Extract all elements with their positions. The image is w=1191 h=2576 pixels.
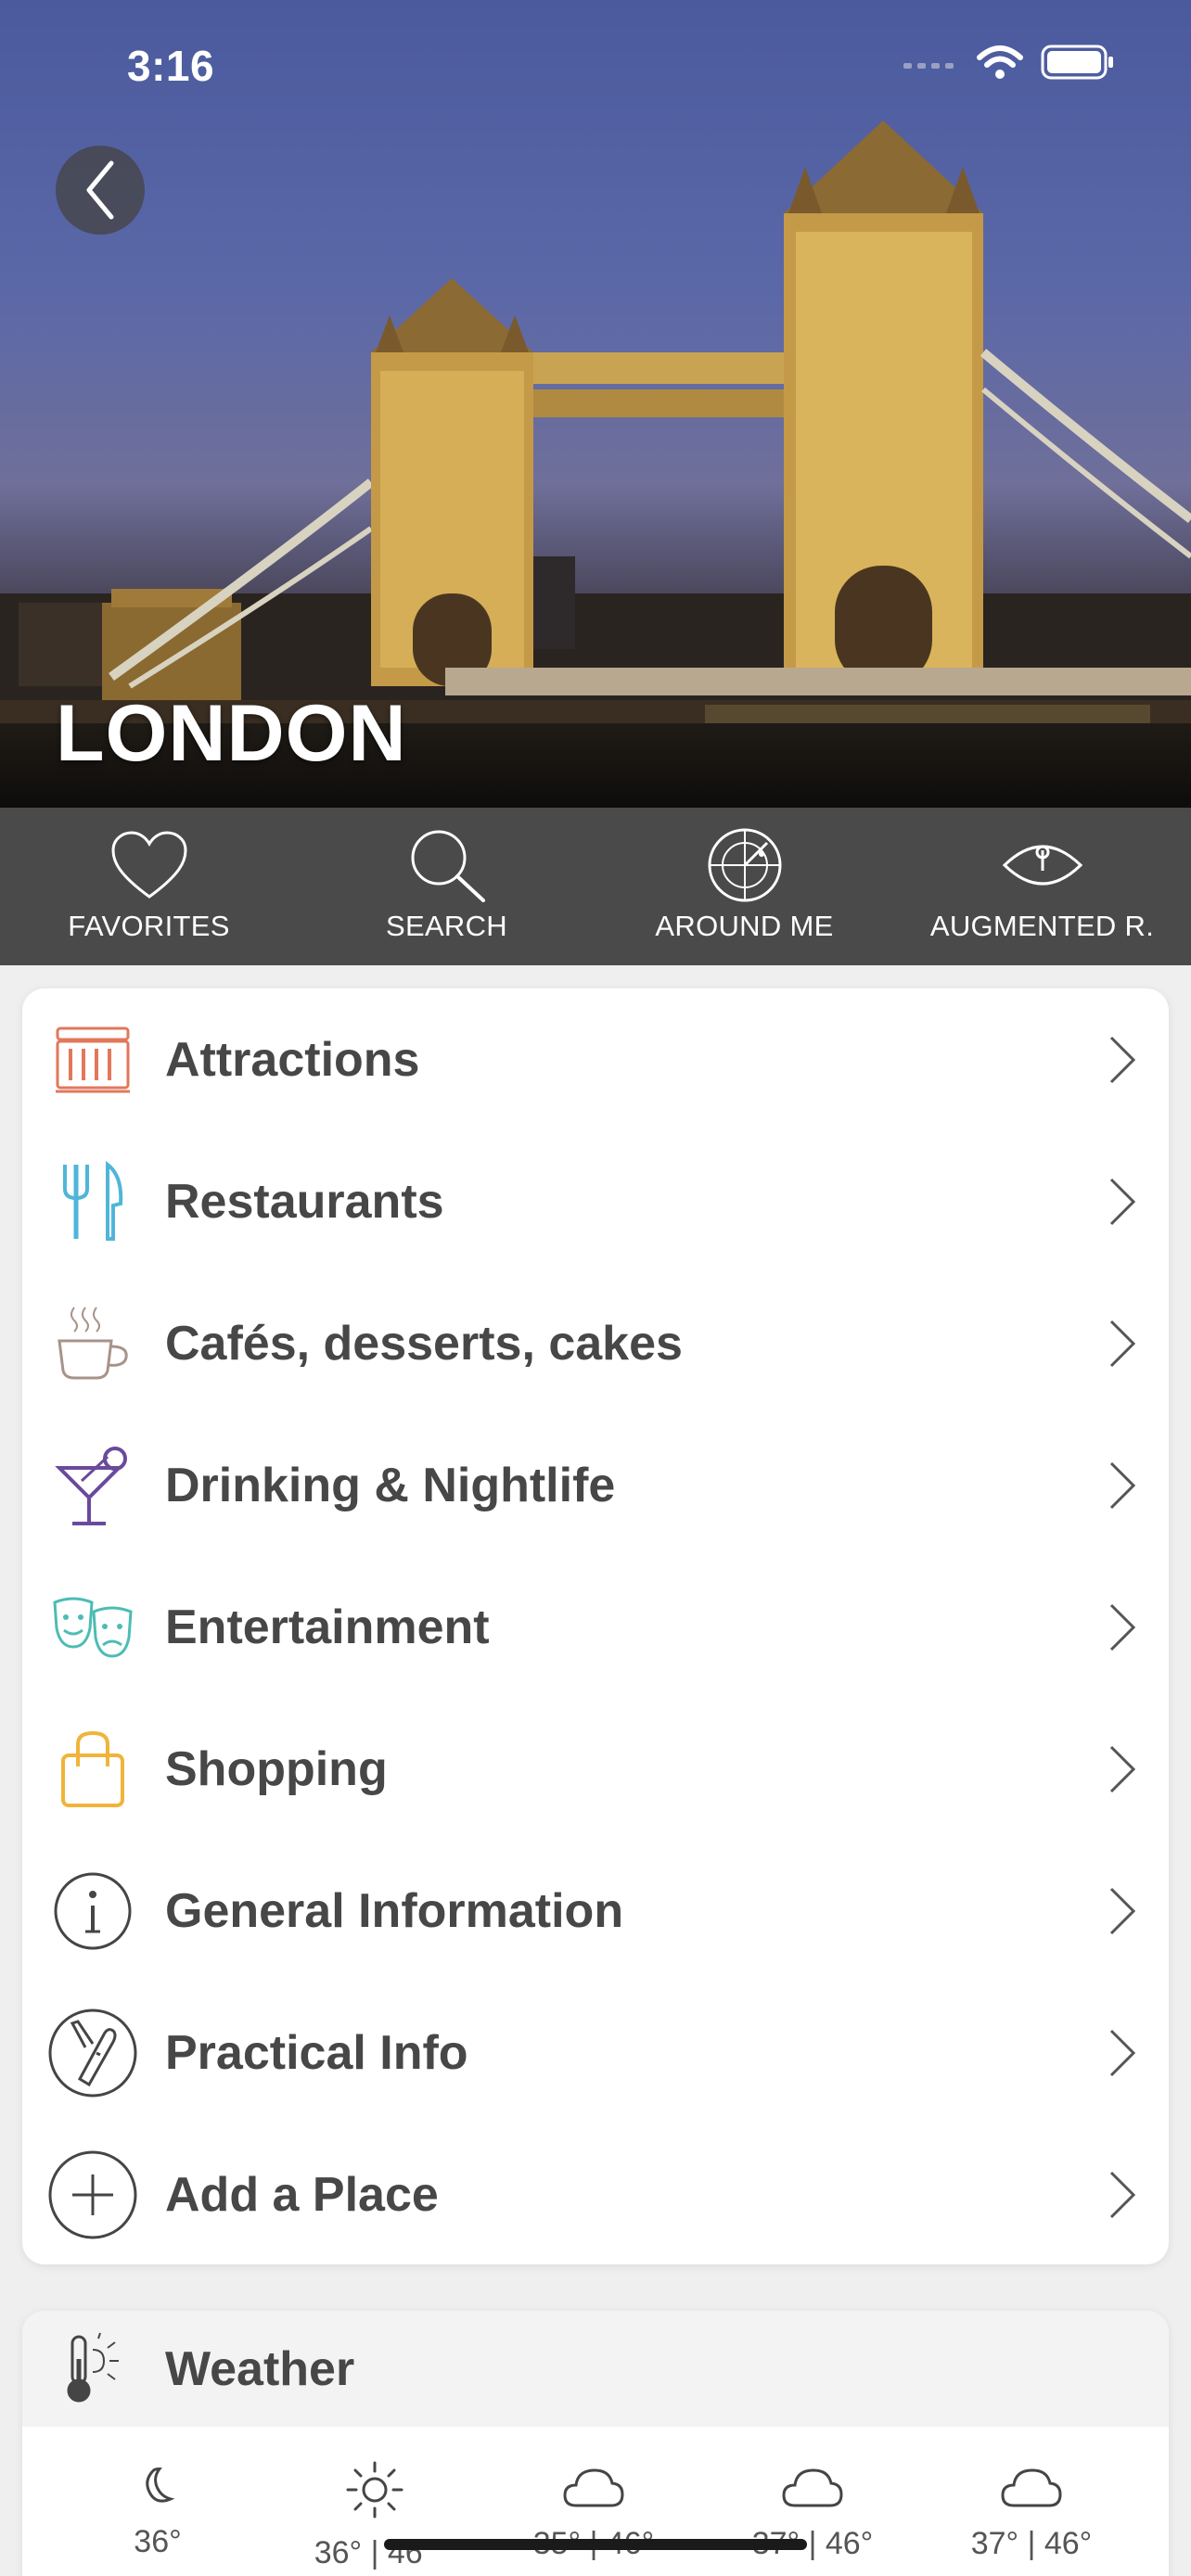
back-button[interactable]	[56, 146, 145, 235]
weather-card[interactable]: Weather 36° 36° | 46° 35° | 46° 37° |	[22, 2311, 1169, 2576]
cloud-icon	[782, 2468, 843, 2507]
cocktail-icon	[55, 1446, 127, 1525]
favorites-button[interactable]: FAVORITES	[0, 808, 298, 965]
favorites-label: FAVORITES	[68, 910, 230, 942]
augmented-reality-button[interactable]: AUGMENTED R.	[893, 808, 1191, 965]
menu-item-shopping[interactable]: Shopping	[22, 1698, 1169, 1840]
menu-item-cafes[interactable]: Cafés, desserts, cakes	[22, 1272, 1169, 1414]
menu-item-drinking-nightlife[interactable]: Drinking & Nightlife	[22, 1414, 1169, 1556]
forecast-day: 36°	[65, 2463, 250, 2560]
sun-icon	[346, 2461, 403, 2519]
chevron-right-icon	[1109, 2171, 1136, 2218]
menu-item-label: General Information	[165, 1883, 624, 1938]
heart-icon	[110, 831, 187, 899]
menu-item-label: Add a Place	[165, 2167, 439, 2222]
chevron-right-icon	[1109, 1887, 1136, 1934]
chevron-right-icon	[1109, 1745, 1136, 1792]
menu-item-entertainment[interactable]: Entertainment	[22, 1556, 1169, 1698]
wifi-icon	[977, 45, 1023, 79]
menu-item-label: Drinking & Nightlife	[165, 1458, 616, 1512]
plus-icon	[48, 2150, 137, 2238]
forecast-temp: 36°	[134, 2524, 182, 2559]
hero-banner: 3:16 LONDON	[0, 0, 1191, 808]
around-me-label: AROUND ME	[655, 910, 834, 942]
search-button[interactable]: SEARCH	[298, 808, 596, 965]
museum-icon	[56, 1027, 130, 1092]
chevron-right-icon	[1109, 1320, 1136, 1367]
weather-header: Weather	[22, 2311, 1169, 2427]
chevron-right-icon	[1109, 1603, 1136, 1651]
radar-icon	[708, 828, 781, 902]
shopping-bag-icon	[61, 1730, 124, 1807]
thermometer-icon	[67, 2332, 119, 2403]
chevron-right-icon	[1109, 2029, 1136, 2076]
menu-item-label: Restaurants	[165, 1174, 444, 1229]
menu-item-practical-info[interactable]: Practical Info	[22, 1982, 1169, 2123]
fork-knife-icon	[63, 1160, 123, 1241]
menu-item-general-information[interactable]: General Information	[22, 1840, 1169, 1982]
tower-bridge-image	[0, 121, 1191, 742]
battery-icon	[1041, 45, 1113, 80]
pocket-knife-icon	[48, 2009, 137, 2097]
weather-title: Weather	[165, 2341, 355, 2396]
info-icon	[54, 1872, 132, 1949]
chevron-left-icon	[86, 160, 114, 220]
chevron-right-icon	[1109, 1036, 1136, 1083]
menu-item-add-a-place[interactable]: Add a Place	[22, 2123, 1169, 2265]
menu-item-label: Attractions	[165, 1032, 420, 1087]
menu-item-attractions[interactable]: Attractions	[22, 988, 1169, 1130]
forecast-temp: 37° | 46°	[970, 2526, 1093, 2561]
cloud-icon	[1001, 2468, 1062, 2507]
around-me-button[interactable]: AROUND ME	[596, 808, 893, 965]
quick-actions-toolbar: FAVORITES SEARCH AROUND ME AUGMENTED R.	[0, 808, 1191, 965]
theater-masks-icon	[53, 1597, 133, 1658]
status-time: 3:16	[127, 42, 215, 90]
menu-item-label: Shopping	[165, 1741, 388, 1796]
augmented-reality-label: AUGMENTED R.	[929, 910, 1155, 942]
menu-item-label: Entertainment	[165, 1600, 490, 1654]
menu-item-restaurants[interactable]: Restaurants	[22, 1130, 1169, 1272]
moon-icon	[146, 2467, 175, 2503]
search-label: SEARCH	[386, 910, 507, 942]
eye-icon	[1002, 845, 1082, 886]
forecast-day: 36° | 46°	[282, 2459, 467, 2571]
coffee-cup-icon	[58, 1306, 128, 1379]
home-indicator[interactable]	[384, 2539, 807, 2550]
city-title: LONDON	[56, 689, 407, 778]
search-icon	[411, 830, 485, 902]
forecast-day: 37° | 46°	[939, 2465, 1124, 2562]
chevron-right-icon	[1109, 1178, 1136, 1225]
menu-item-label: Cafés, desserts, cakes	[165, 1316, 683, 1371]
category-menu: Attractions Restaurants Cafés, desserts,…	[22, 988, 1169, 2264]
chevron-right-icon	[1109, 1461, 1136, 1509]
cloud-icon	[563, 2468, 624, 2507]
menu-item-label: Practical Info	[165, 2025, 468, 2080]
signal-icon	[903, 63, 954, 69]
status-icons	[903, 45, 1115, 80]
